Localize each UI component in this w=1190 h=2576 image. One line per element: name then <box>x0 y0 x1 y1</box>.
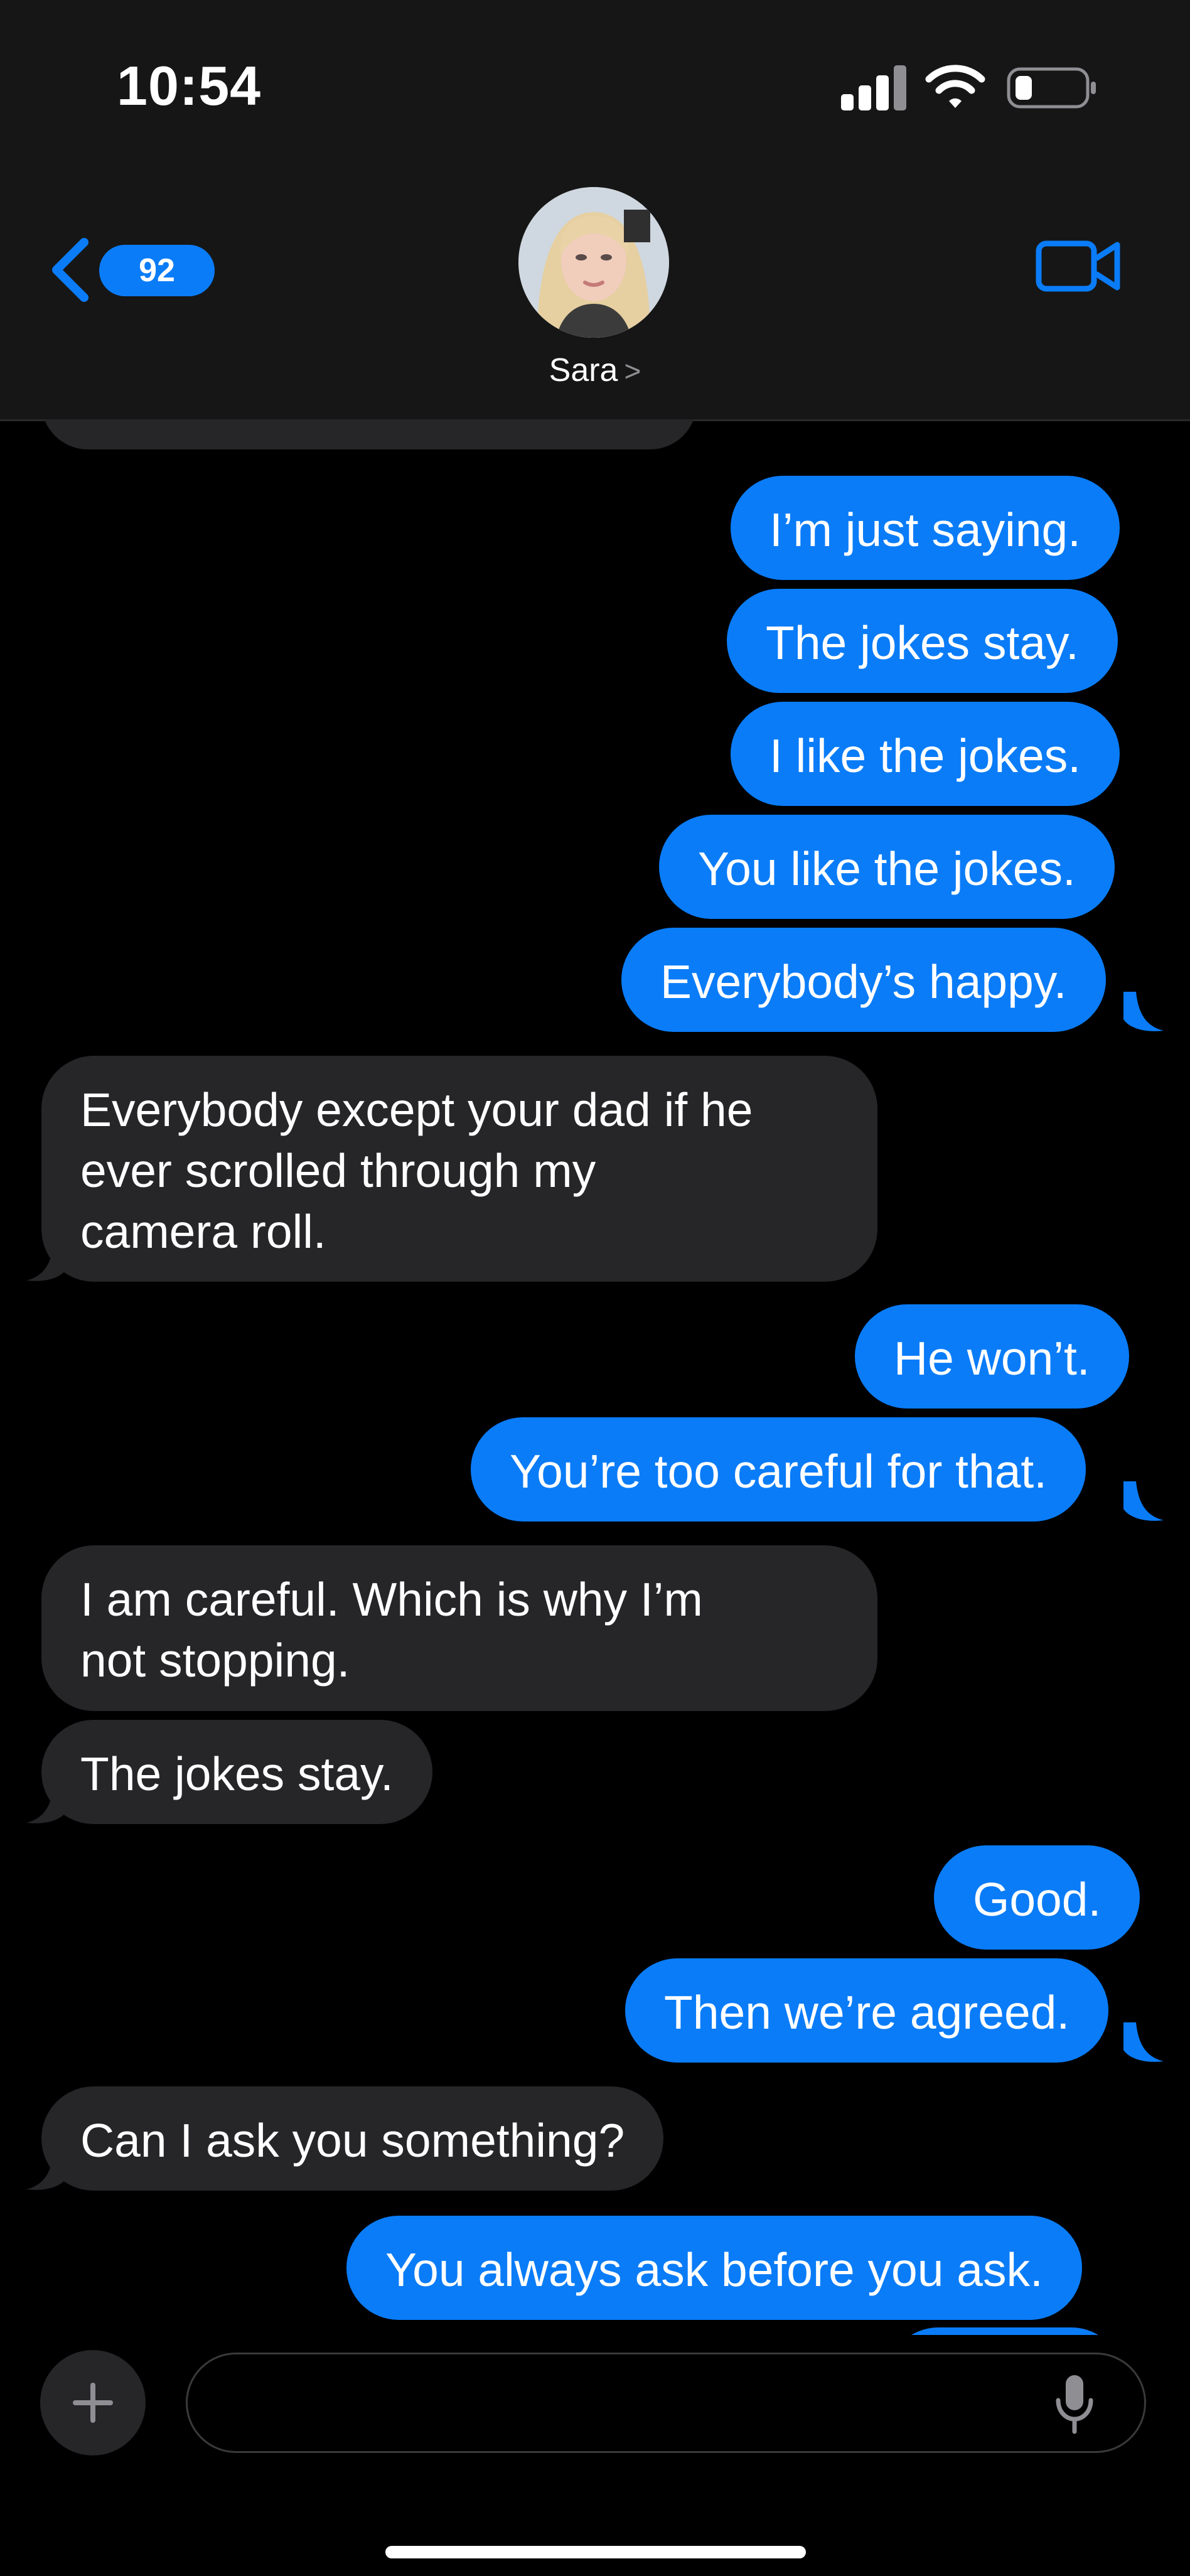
message-bubble-outgoing: You like the jokes. <box>659 815 1115 919</box>
message-bubble-partial <box>41 419 697 449</box>
message-bubble-outgoing: You always ask before you ask. <box>346 2216 1082 2320</box>
message-bubble-partial <box>886 2327 1123 2335</box>
message-bubble-incoming: I am careful. Which is why I’m not stopp… <box>41 1545 877 1711</box>
message-line: ever scrolled through my <box>80 1144 596 1197</box>
contact-name[interactable]: Sara > <box>0 352 1190 389</box>
message-bubble-outgoing: He won’t. <box>855 1304 1129 1409</box>
bubble-tail <box>1123 1481 1164 1521</box>
back-chevron-icon <box>52 238 88 302</box>
message-bubble-outgoing: Then we’re agreed. <box>625 1958 1109 2063</box>
message-bubble-outgoing: The jokes stay. <box>727 589 1118 693</box>
bubble-tail <box>26 1242 67 1281</box>
signal-icon <box>841 65 906 110</box>
message-bubble-incoming: The jokes stay. <box>41 1720 432 1824</box>
message-bubble-incoming: Everybody except your dad if he ever scr… <box>41 1056 877 1282</box>
plus-icon[interactable] <box>40 2350 146 2455</box>
message-thread[interactable]: I’m just saying. The jokes stay. I like … <box>0 419 1190 2335</box>
back-button[interactable]: 92 <box>49 232 215 308</box>
message-line: not stopping. <box>80 1634 350 1687</box>
message-input[interactable] <box>186 2353 1146 2453</box>
message-bubble-outgoing: Everybody’s happy. <box>621 928 1106 1032</box>
bubble-tail <box>1123 2022 1164 2062</box>
wifi-icon <box>925 65 985 108</box>
message-line: I am careful. Which is why I’m <box>80 1573 703 1626</box>
message-bubble-outgoing: Good. <box>934 1845 1140 1950</box>
message-bubble-outgoing: I’m just saying. <box>731 476 1120 580</box>
message-bubble-outgoing: You’re too careful for that. <box>471 1417 1086 1521</box>
message-line: Everybody except your dad if he <box>80 1083 753 1136</box>
message-bubble-outgoing: I like the jokes. <box>731 702 1120 806</box>
status-time: 10:54 <box>117 55 262 117</box>
chevron-right-icon: > <box>624 355 641 387</box>
microphone-icon[interactable] <box>1054 2373 1095 2435</box>
contact-avatar[interactable] <box>518 187 669 338</box>
message-line: camera roll. <box>80 1205 326 1258</box>
battery-icon <box>1007 67 1096 109</box>
home-indicator <box>385 2546 806 2558</box>
contact-name-label: Sara <box>549 352 618 389</box>
message-bubble-incoming: Can I ask you something? <box>41 2086 664 2191</box>
bubble-tail <box>26 1784 67 1823</box>
bubble-tail <box>1123 992 1164 1031</box>
bubble-tail <box>26 2150 67 2190</box>
unread-badge: 92 <box>99 245 215 296</box>
message-composer <box>0 2335 1190 2576</box>
video-camera-icon[interactable] <box>1036 237 1121 295</box>
conversation-header: 92 Sara > <box>0 163 1190 421</box>
status-bar: 10:54 <box>0 0 1190 163</box>
